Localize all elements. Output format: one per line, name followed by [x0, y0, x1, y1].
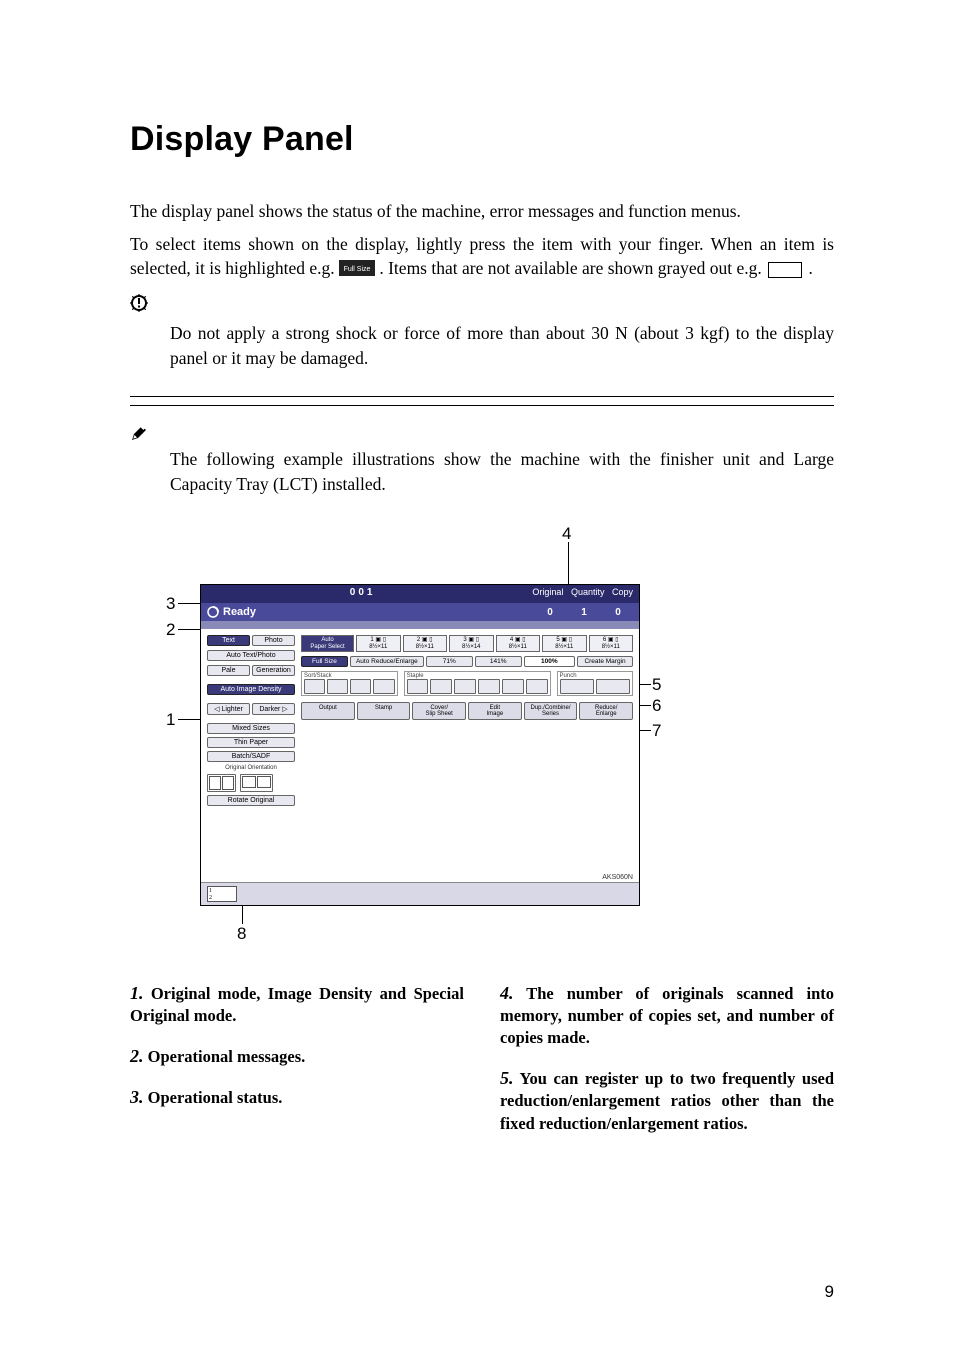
ratio-71-button[interactable]: 71%: [426, 656, 473, 667]
display-panel-figure: 4 3 2 1 5 6 7 8 001 Original: [130, 524, 834, 944]
auto-text-photo-button[interactable]: Auto Text/Photo: [207, 650, 295, 661]
page-number: 9: [825, 1282, 834, 1302]
sort-opt[interactable]: [373, 679, 394, 694]
intro-paragraph-1: The display panel shows the status of th…: [130, 199, 834, 224]
orig-label: Original: [532, 587, 563, 597]
figure-id: AKS060N: [602, 874, 633, 881]
legend-item-4: 4. The number of originals scanned into …: [500, 981, 834, 1050]
lead-1: [178, 719, 202, 720]
legend-item-5: 5. You can register up to two frequently…: [500, 1066, 834, 1135]
auto-paper-select[interactable]: Auto Paper Select: [301, 635, 354, 652]
lead-4a: [568, 542, 569, 588]
auto-image-density-button[interactable]: Auto Image Density: [207, 684, 295, 695]
note-text: The following example illustrations show…: [170, 447, 834, 496]
output-tab[interactable]: Output: [301, 702, 355, 720]
qty-label: Quantity: [571, 587, 605, 597]
staple-opt[interactable]: [430, 679, 452, 694]
qty-val: 1: [569, 607, 599, 618]
callout-1: 1: [166, 710, 175, 730]
orig-orient-label: Original Orientation: [207, 765, 295, 771]
tray-3[interactable]: 3 ▣ ▯ 8½×14: [449, 635, 494, 652]
staple-opt[interactable]: [454, 679, 476, 694]
create-margin-button[interactable]: Create Margin: [577, 656, 633, 667]
p2-part-b: . Items that are not available are shown…: [379, 258, 766, 278]
dup-combine-series-tab[interactable]: Dup./Combine/ Series: [524, 702, 578, 720]
lead-8: [242, 904, 243, 924]
generation-button[interactable]: Generation: [252, 665, 295, 676]
darker-button[interactable]: Darker ▷: [252, 703, 295, 715]
lighter-button[interactable]: ◁ Lighter: [207, 703, 250, 715]
callout-6: 6: [652, 696, 661, 716]
ready-icon: [207, 606, 219, 618]
legend-item-2: 2. Operational messages.: [130, 1044, 464, 1068]
legend-item-1: 1. Original mode, Image Density and Spec…: [130, 981, 464, 1028]
bottom-strip: [201, 882, 639, 905]
panel-mock: 001 Original Quantity Copy Ready 0 1 0: [200, 584, 640, 906]
divider-top: [130, 396, 834, 397]
tray-1[interactable]: 1 ▣ ▯ 8½×11: [356, 635, 401, 652]
callout-4: 4: [562, 524, 571, 544]
ratio-100-display: 100%: [524, 656, 575, 667]
callout-8: 8: [237, 924, 246, 944]
intro-paragraph-2: To select items shown on the display, li…: [130, 232, 834, 283]
mini-thumb: 1 2: [207, 886, 237, 902]
full-size-button[interactable]: Full Size: [301, 656, 348, 667]
legend-columns: 1. Original mode, Image Density and Spec…: [130, 964, 834, 1151]
cover-slip-tab[interactable]: Cover/ Slip Sheet: [412, 702, 466, 720]
lead-3: [178, 603, 202, 604]
auto-reduce-enlarge-button[interactable]: Auto Reduce/Enlarge: [350, 656, 424, 667]
callout-5: 5: [652, 675, 661, 695]
thin-paper-button[interactable]: Thin Paper: [207, 737, 295, 748]
copy-val: 0: [603, 607, 633, 618]
punch-opt[interactable]: [560, 679, 594, 694]
punch-opt[interactable]: [596, 679, 630, 694]
svg-text:Full Size: Full Size: [344, 266, 371, 273]
ready-text: Ready: [223, 606, 256, 618]
lead-2: [178, 629, 202, 630]
message-bar: [201, 621, 639, 629]
callout-2: 2: [166, 620, 175, 640]
staple-opt[interactable]: [526, 679, 548, 694]
batch-sadf-button[interactable]: Batch/SADF: [207, 751, 295, 762]
page-title: Display Panel: [130, 120, 834, 159]
orig-val: 0: [535, 607, 565, 618]
staple-opt[interactable]: [407, 679, 429, 694]
important-icon: [130, 294, 148, 317]
p2-part-c: .: [809, 258, 813, 278]
tray-2[interactable]: 2 ▣ ▯ 8½×11: [403, 635, 448, 652]
divider-bottom: [130, 405, 834, 406]
staple-opt[interactable]: [478, 679, 500, 694]
rotate-original-button[interactable]: Rotate Original: [207, 795, 295, 806]
photo-button[interactable]: Photo: [252, 635, 295, 646]
stamp-tab[interactable]: Stamp: [357, 702, 411, 720]
tray-4[interactable]: 4 ▣ ▯ 8½×11: [496, 635, 541, 652]
orient-landscape-pair[interactable]: [240, 774, 273, 792]
text-button[interactable]: Text: [207, 635, 250, 646]
copy-label: Copy: [612, 587, 633, 597]
tray-6[interactable]: 6 ▣ ▯ 8½×11: [589, 635, 634, 652]
reduce-enlarge-tab[interactable]: Reduce/ Enlarge: [579, 702, 633, 720]
pale-button[interactable]: Pale: [207, 665, 250, 676]
title-number: 001: [350, 587, 376, 598]
legend-item-3: 3. Operational status.: [130, 1085, 464, 1109]
mixed-sizes-button[interactable]: Mixed Sizes: [207, 723, 295, 734]
sort-opt[interactable]: [304, 679, 325, 694]
sort-opt[interactable]: [327, 679, 348, 694]
selected-item-icon: Full Size: [339, 258, 375, 283]
tray-5[interactable]: 5 ▣ ▯ 8½×11: [542, 635, 587, 652]
orient-portrait-pair[interactable]: [207, 774, 236, 792]
ratio-141-button[interactable]: 141%: [475, 656, 522, 667]
staple-opt[interactable]: [502, 679, 524, 694]
callout-3: 3: [166, 594, 175, 614]
sort-opt[interactable]: [350, 679, 371, 694]
callout-7: 7: [652, 721, 661, 741]
note-icon: [130, 424, 148, 447]
unavailable-item-icon: [768, 262, 802, 278]
edit-image-tab[interactable]: Edit Image: [468, 702, 522, 720]
important-text: Do not apply a strong shock or force of …: [170, 321, 834, 370]
